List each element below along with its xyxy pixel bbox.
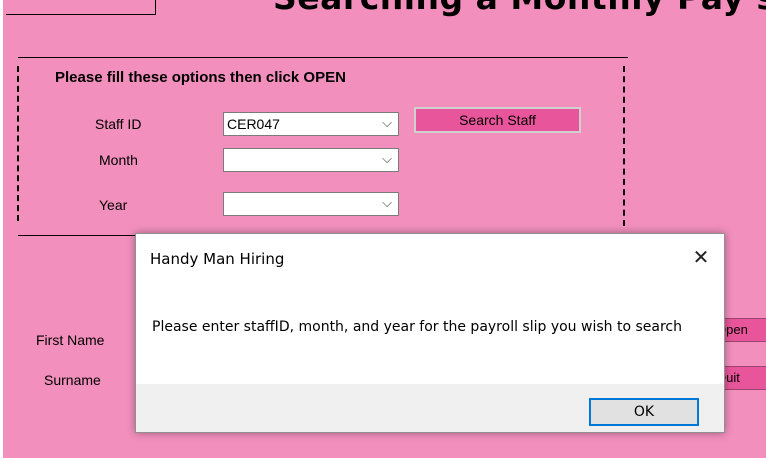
app-window: Searching a Monthly Pay slip Please fill…	[3, 0, 766, 458]
staff-id-value: CER047	[227, 116, 280, 132]
chevron-down-icon[interactable]: ⌵	[382, 195, 392, 211]
search-staff-button[interactable]: Search Staff	[414, 107, 581, 133]
chevron-down-icon[interactable]: ⌵	[382, 151, 392, 167]
header-cell-underline	[6, 14, 156, 15]
first-name-label: First Name	[36, 332, 105, 348]
chevron-down-icon[interactable]: ⌵	[382, 115, 392, 131]
group-box-top-border	[18, 57, 628, 58]
month-label: Month	[99, 152, 138, 168]
year-label: Year	[99, 197, 128, 213]
dialog-message: Please enter staffID, month, and year fo…	[152, 319, 682, 335]
close-icon[interactable]: ✕	[688, 244, 714, 270]
ok-button[interactable]: OK	[589, 398, 699, 426]
surname-label: Surname	[44, 372, 101, 388]
group-box-title: Please fill these options then click OPE…	[55, 69, 346, 86]
year-combobox[interactable]: ⌵	[223, 192, 399, 216]
header-cell-divider	[155, 0, 156, 14]
group-box-left-border	[17, 66, 19, 221]
dialog-title: Handy Man Hiring	[150, 250, 285, 268]
group-box-right-border	[623, 66, 625, 226]
message-dialog: Handy Man Hiring ✕ Please enter staffID,…	[135, 233, 725, 433]
staff-id-label: Staff ID	[95, 116, 142, 132]
staff-id-combobox[interactable]: CER047 ⌵	[223, 112, 399, 136]
month-combobox[interactable]: ⌵	[223, 148, 399, 172]
page-title: Searching a Monthly Pay slip	[273, 0, 766, 17]
